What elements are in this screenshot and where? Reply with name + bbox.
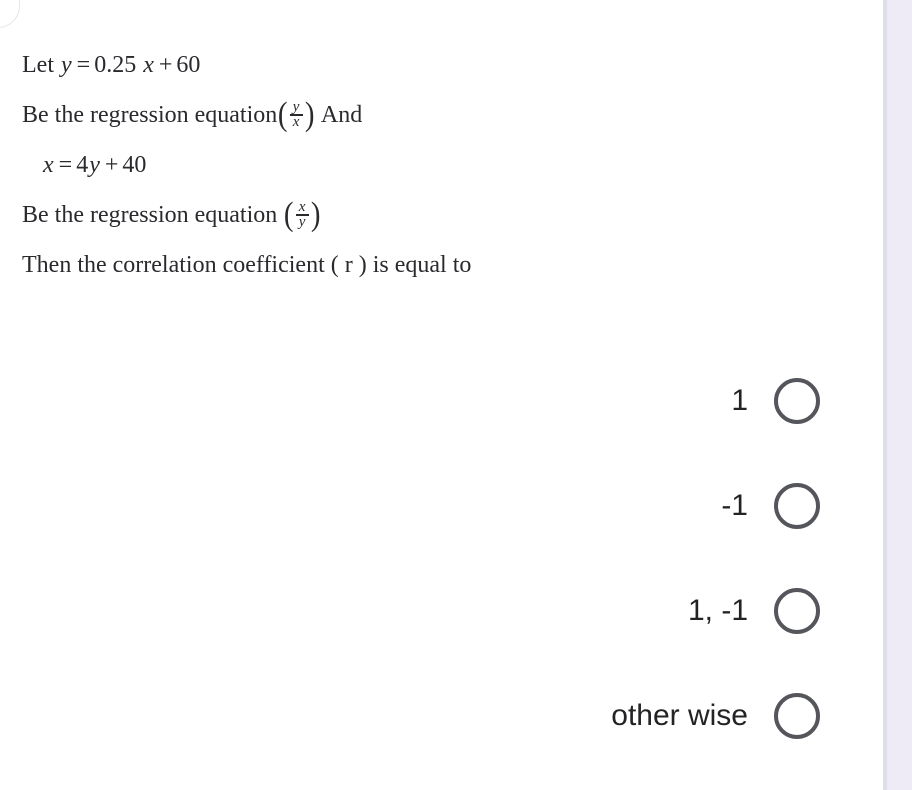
answer-options-list: 1 -1 1, -1 other wise <box>420 370 820 790</box>
question-line-1-prefix: Let <box>22 52 54 78</box>
equation-1-constant: 60 <box>176 52 201 78</box>
corner-artifact <box>0 0 20 28</box>
fraction-y-over-x: ( y x ) <box>277 96 315 134</box>
paren-open: ( <box>284 196 294 234</box>
option-row-2[interactable]: -1 <box>420 475 820 536</box>
option-row-3[interactable]: 1, -1 <box>420 580 820 641</box>
equation-2-relation: = <box>58 152 73 178</box>
question-line-2-text-after: And <box>320 102 363 128</box>
question-line-1: Let y = 0.25 x + 60 <box>22 40 582 90</box>
equation-1-operator: + <box>158 52 173 78</box>
equation-1-lhs: y <box>60 52 72 78</box>
question-line-2-text: Be the regression equation <box>22 102 278 128</box>
option-label-3: 1, -1 <box>687 593 748 627</box>
equation-2-lhs: x <box>43 152 54 178</box>
question-line-5: Then the correlation coefficient ( r ) i… <box>22 252 472 278</box>
equation-1-coefficient: 0.25 <box>94 52 137 78</box>
fraction-denominator: y <box>298 213 306 230</box>
fraction: y x <box>289 100 304 130</box>
question-line-4-text: Be the regression equation <box>22 202 278 228</box>
equation-2-constant: 40 <box>122 152 147 178</box>
radio-button-2[interactable] <box>774 482 820 529</box>
question-line-4: Be the regression equation ( x y ) <box>22 190 582 240</box>
radio-button-3[interactable] <box>774 587 820 634</box>
option-label-4: other wise <box>611 698 748 732</box>
fraction-numerator: y <box>292 99 300 116</box>
fraction-numerator: x <box>298 199 306 216</box>
fraction: x y <box>295 200 310 230</box>
equation-2-variable: y <box>89 152 100 178</box>
question-body: Let y = 0.25 x + 60 Be the regression eq… <box>22 40 582 280</box>
question-line-3: x = 4 y + 40 <box>22 140 582 190</box>
equation-2-operator: + <box>104 152 119 178</box>
paren-open: ( <box>278 96 288 134</box>
equation-1-relation: = <box>76 52 91 78</box>
radio-button-4[interactable] <box>774 692 820 739</box>
equation-1-variable: x <box>143 52 154 78</box>
equation-2-coefficient: 4 <box>76 152 89 178</box>
question-page: Let y = 0.25 x + 60 Be the regression eq… <box>0 0 912 790</box>
option-label-1: 1 <box>731 383 748 417</box>
option-row-1[interactable]: 1 <box>420 370 820 431</box>
fraction-denominator: x <box>292 113 300 130</box>
paren-close: ) <box>304 96 315 134</box>
option-label-2: -1 <box>721 488 748 522</box>
fraction-x-over-y: ( x y ) <box>283 196 321 234</box>
question-line-2: Be the regression equation ( y x ) And <box>22 90 582 140</box>
option-row-4[interactable]: other wise <box>420 685 820 746</box>
side-rail[interactable] <box>887 0 912 790</box>
radio-button-1[interactable] <box>774 377 820 424</box>
paren-close: ) <box>310 196 321 234</box>
